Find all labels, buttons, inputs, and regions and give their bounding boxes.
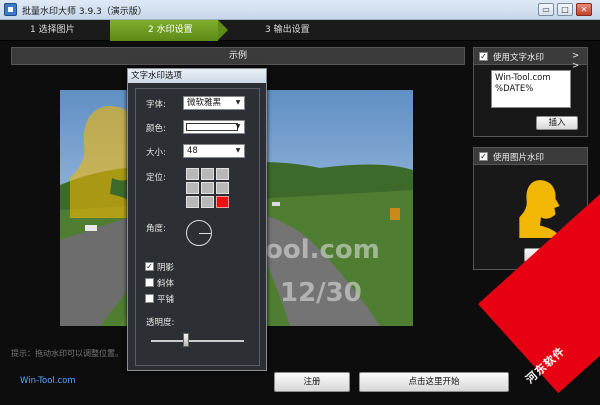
use-image-watermark-label: 使用图片水印 <box>493 153 545 163</box>
angle-dial[interactable] <box>186 220 212 246</box>
hint-text: 提示：拖动水印可以调整位置。 <box>11 349 123 358</box>
register-button[interactable]: 注册 <box>274 372 350 392</box>
insert-button[interactable]: 插入 <box>536 116 578 130</box>
position-cell-2[interactable] <box>201 168 214 180</box>
size-select[interactable]: 48 ▼ <box>183 144 245 158</box>
opacity-slider-thumb[interactable] <box>183 333 190 347</box>
size-label: 大小: <box>146 148 166 158</box>
position-cell-8[interactable] <box>201 196 214 208</box>
italic-label: 斜体 <box>157 279 175 289</box>
position-cell-9[interactable] <box>216 196 229 208</box>
watermark-text-input[interactable]: Win-Tool.com %DATE% <box>491 70 571 108</box>
use-text-watermark-label: 使用文字水印 <box>493 53 545 63</box>
color-picker[interactable]: ▼ <box>183 120 245 134</box>
image-watermark-panel-header: ✓ 使用图片水印 <box>474 148 587 165</box>
opacity-slider-track[interactable] <box>151 340 244 342</box>
font-value: 微软雅黑 <box>187 98 222 108</box>
position-cell-7[interactable] <box>186 196 199 208</box>
watermark-text-line2[interactable]: 12/30 <box>280 278 362 308</box>
position-cell-3[interactable] <box>216 168 229 180</box>
position-cell-6[interactable] <box>216 182 229 194</box>
step-arrow-icon <box>218 20 228 40</box>
watermark-text-line1[interactable]: ool.com <box>265 235 380 265</box>
tile-label: 平铺 <box>157 295 175 305</box>
font-select[interactable]: 微软雅黑 ▼ <box>183 96 245 110</box>
shadow-label: 阴影 <box>157 263 175 273</box>
shadow-checkbox[interactable]: ✓ <box>145 262 154 271</box>
app-icon <box>4 3 17 16</box>
website-link[interactable]: Win-Tool.com <box>20 376 76 386</box>
dropdown-arrow-icon: ▼ <box>235 123 241 130</box>
use-text-watermark-checkbox[interactable]: ✓ <box>479 52 488 61</box>
minimize-icon[interactable]: ▭ <box>538 3 554 16</box>
tile-checkbox[interactable] <box>145 294 154 303</box>
title-bar: 批量水印大师 3.9.3（演示版） ▭ □ ✕ <box>0 0 600 20</box>
watermark-text-line2-value: %DATE% <box>495 84 534 94</box>
window-title: 批量水印大师 3.9.3（演示版） <box>22 7 147 17</box>
use-image-watermark-checkbox[interactable]: ✓ <box>479 152 488 161</box>
position-cell-4[interactable] <box>186 182 199 194</box>
font-label: 字体: <box>146 100 166 110</box>
position-label: 定位: <box>146 173 166 183</box>
opacity-label: 透明度: <box>146 318 175 328</box>
text-watermark-panel: ✓ 使用文字水印 > > Win-Tool.com %DATE% 插入 <box>473 47 588 137</box>
size-value: 48 <box>187 146 198 156</box>
preview-header: 示例 <box>11 47 465 65</box>
step-bar: 1 选择图片 2 水印设置 3 输出设置 <box>0 20 600 41</box>
position-cell-1[interactable] <box>186 168 199 180</box>
color-label: 颜色: <box>146 124 166 134</box>
color-swatch <box>186 123 238 131</box>
close-icon[interactable]: ✕ <box>576 3 592 16</box>
dropdown-arrow-icon: ▼ <box>235 147 241 154</box>
start-button[interactable]: 点击这里开始 <box>359 372 509 392</box>
dropdown-arrow-icon: ▼ <box>235 99 241 106</box>
expand-icon[interactable]: > > <box>572 51 587 71</box>
text-watermark-panel-header: ✓ 使用文字水印 > > <box>474 48 587 71</box>
position-cell-5[interactable] <box>201 182 214 194</box>
watermark-text-line1-value: Win-Tool.com <box>495 73 551 83</box>
italic-checkbox[interactable] <box>145 278 154 287</box>
angle-label: 角度: <box>146 224 166 234</box>
dialog-title: 文字水印选项 <box>128 69 266 83</box>
step-output-settings[interactable]: 3 输出设置 <box>235 20 355 41</box>
maximize-icon[interactable]: □ <box>557 3 573 16</box>
step-watermark-settings[interactable]: 2 水印设置 <box>110 20 218 41</box>
step-select-images[interactable]: 1 选择图片 <box>0 20 110 41</box>
